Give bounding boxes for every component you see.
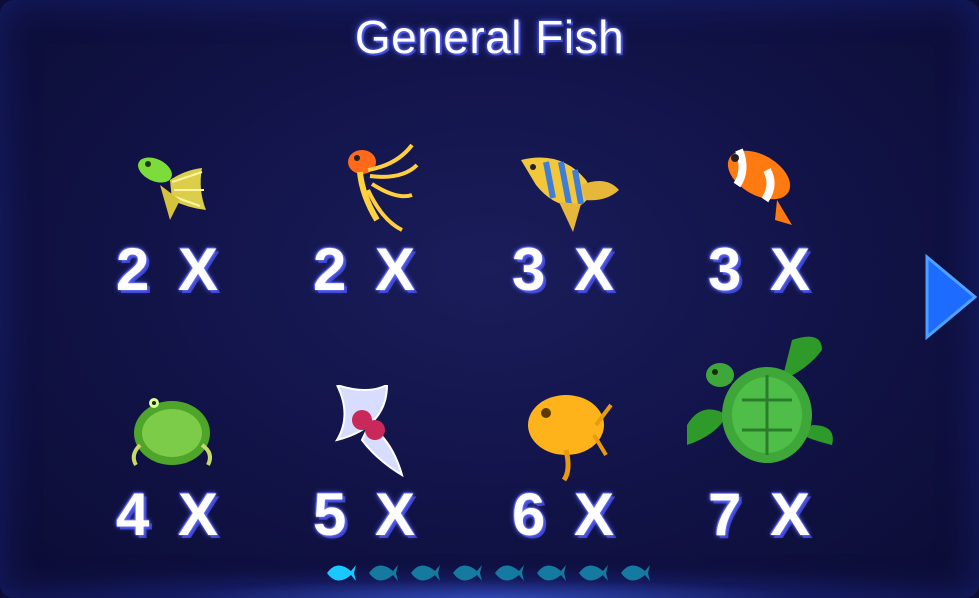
sea-turtle-icon: [664, 330, 860, 463]
multiplier-label: 6 X: [511, 481, 621, 548]
multiplier-label: 3 X: [707, 236, 817, 303]
page-indicator: [325, 556, 655, 590]
page-8-fish-icon[interactable]: [619, 557, 651, 589]
multiplier-label: 2 X: [115, 236, 225, 303]
fish-card: 5 X: [269, 385, 465, 585]
goldfish-icon: [269, 140, 465, 245]
page-7-fish-icon[interactable]: [577, 557, 609, 589]
fish-card: 6 X: [468, 385, 664, 585]
page-6-fish-icon[interactable]: [535, 557, 567, 589]
page-5-fish-icon[interactable]: [493, 557, 525, 589]
next-page-button[interactable]: [921, 252, 979, 342]
page-3-fish-icon[interactable]: [409, 557, 441, 589]
multiplier-label: 5 X: [312, 481, 422, 548]
orange-boxfish-icon: [468, 385, 664, 490]
page-1-fish-icon[interactable]: [325, 557, 357, 589]
fish-card: 4 X: [72, 385, 268, 585]
page-4-fish-icon[interactable]: [451, 557, 483, 589]
green-pufferfish-icon: [72, 385, 268, 490]
multiplier-label: 4 X: [115, 481, 225, 548]
clownfish-icon: [664, 140, 860, 245]
page-title: General Fish: [354, 11, 625, 63]
angelfish-icon: [468, 140, 664, 245]
fish-card: 2 X: [72, 140, 268, 340]
multiplier-label: 7 X: [707, 481, 817, 548]
chevron-right-icon: [925, 253, 978, 341]
fish-card: 7 X: [664, 336, 860, 585]
multiplier-label: 3 X: [511, 236, 621, 303]
green-guppy-icon: [72, 140, 268, 245]
crystal-butterfly-icon: [269, 385, 465, 490]
fish-card: 2 X: [269, 140, 465, 340]
multiplier-label: 2 X: [312, 236, 422, 303]
fish-card: 3 X: [664, 140, 860, 340]
page-2-fish-icon[interactable]: [367, 557, 399, 589]
fish-card: 3 X: [468, 140, 664, 340]
